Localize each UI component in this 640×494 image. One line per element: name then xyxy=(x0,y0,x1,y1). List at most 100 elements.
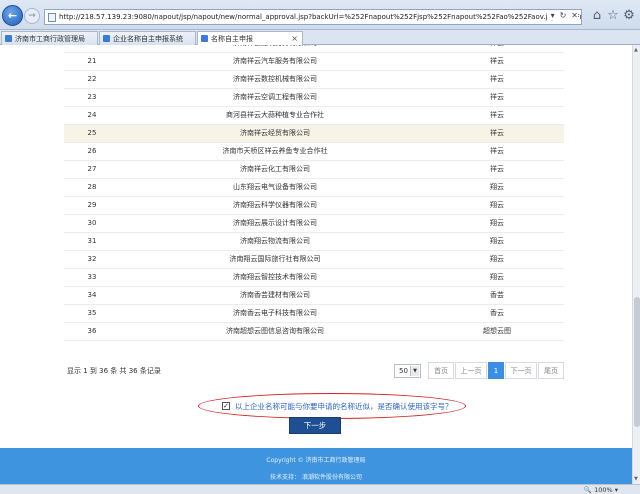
table-row: 36 济南超想云图信息咨询有限公司 超想云图 xyxy=(64,322,564,341)
company-name: 济南翔云物流有限公司 xyxy=(120,232,430,251)
name-keyword: 祥云 xyxy=(430,124,564,143)
name-keyword: 香云 xyxy=(430,304,564,323)
similar-names-table: 20济南祥云建筑劳务有限公司祥云21济南祥云汽车服务有限公司祥云22济南祥云数控… xyxy=(64,45,564,341)
tab-name-system[interactable]: 企业名称自主申报系统 xyxy=(99,31,196,45)
zoom-level[interactable]: 🔍 100% ▾ xyxy=(584,486,618,494)
table-row: 32 济南翔云国际旅行社有限公司 翔云 xyxy=(64,250,564,269)
vertical-scrollbar[interactable]: ▲ ▼ xyxy=(632,45,640,484)
company-name: 济南香芸建材有限公司 xyxy=(120,286,430,305)
table-row: 33 济南翔云智控技术有限公司 翔云 xyxy=(64,268,564,287)
row-number: 34 xyxy=(64,286,120,305)
tab-label: 济南市工商行政管理局 xyxy=(15,34,85,43)
row-number: 20 xyxy=(64,45,120,53)
consent-checkbox[interactable]: ✓ xyxy=(222,402,230,410)
company-name: 济南祥云化工有限公司 xyxy=(120,160,430,179)
stop-icon[interactable]: ✕ xyxy=(571,11,578,20)
scroll-up-icon[interactable]: ▲ xyxy=(634,47,638,53)
home-icon[interactable]: ⌂ xyxy=(590,8,604,23)
page-content: 20济南祥云建筑劳务有限公司祥云21济南祥云汽车服务有限公司祥云22济南祥云数控… xyxy=(0,45,632,484)
table-row: 27 济南祥云化工有限公司 祥云 xyxy=(64,160,564,179)
browser-toolbar: ← → http://218.57.139.23:9080/napout/jsp… xyxy=(0,0,640,30)
back-button[interactable]: ← xyxy=(2,5,23,26)
tab-label: 企业名称自主申报系统 xyxy=(113,34,183,43)
browser-tab-strip: 济南市工商行政管理局 企业名称自主申报系统 名称自主申报 × xyxy=(0,30,640,45)
table-row: 21 济南祥云汽车服务有限公司 祥云 xyxy=(64,52,564,71)
forward-button[interactable]: → xyxy=(24,8,40,24)
prev-page-button[interactable]: 上一页 xyxy=(455,362,487,379)
site-favicon-icon xyxy=(5,35,12,42)
status-bar: 🔍 100% ▾ xyxy=(0,484,640,494)
row-number: 29 xyxy=(64,196,120,215)
pagination-bar: 显示 1 到 36 条 共 36 条记录 50 ▼ 首页 上一页 1 下一页 尾… xyxy=(64,361,564,383)
company-name: 济南祥云建筑劳务有限公司 xyxy=(120,45,430,53)
row-number: 21 xyxy=(64,52,120,71)
table-row: 35 济南香云电子科技有限公司 香云 xyxy=(64,304,564,323)
settings-gear-icon[interactable]: ⚙ xyxy=(622,8,636,23)
row-number: 24 xyxy=(64,106,120,125)
name-keyword: 翔云 xyxy=(430,250,564,269)
row-number: 36 xyxy=(64,322,120,341)
row-number: 25 xyxy=(64,124,120,143)
arrow-right-icon: → xyxy=(28,11,36,21)
name-keyword: 祥云 xyxy=(430,160,564,179)
row-number: 22 xyxy=(64,70,120,89)
table-row: 25 济南祥云经贸有限公司 祥云 xyxy=(64,124,564,143)
zoom-value: 100% xyxy=(594,486,613,494)
row-number: 23 xyxy=(64,88,120,107)
page-size-select[interactable]: 50 ▼ xyxy=(394,364,421,378)
favorites-star-icon[interactable]: ☆ xyxy=(606,8,620,23)
row-number: 30 xyxy=(64,214,120,233)
company-name: 济南翔云科学仪器有限公司 xyxy=(120,196,430,215)
company-name: 济南祥云经贸有限公司 xyxy=(120,124,430,143)
search-dropdown-icon[interactable]: ▾ xyxy=(551,11,555,20)
consent-annotation: ✓ 以上企业名称可能与你要申请的名称近似，是否确认使用该字号？ xyxy=(198,393,466,419)
copyright-text: Copyright © 济南市工商行政管理局 xyxy=(266,457,366,464)
name-keyword: 祥云 xyxy=(430,106,564,125)
name-keyword: 祥云 xyxy=(430,88,564,107)
tab-name-declaration[interactable]: 名称自主申报 × xyxy=(197,31,303,45)
name-keyword: 超想云图 xyxy=(430,322,564,341)
company-name: 济南祥云汽车服务有限公司 xyxy=(120,52,430,71)
arrow-left-icon: ← xyxy=(7,9,18,22)
scrollbar-thumb[interactable] xyxy=(634,297,640,427)
tech-support-text: 技术支持： 浪潮软件股份有限公司 xyxy=(270,474,362,481)
address-bar[interactable]: http://218.57.139.23:9080/napout/jsp/nap… xyxy=(44,9,582,25)
page-size-value: 50 xyxy=(399,367,408,375)
next-step-button[interactable]: 下一步 xyxy=(289,417,341,434)
site-favicon-icon xyxy=(103,35,110,42)
site-footer: Copyright © 济南市工商行政管理局 技术支持： 浪潮软件股份有限公司 xyxy=(0,448,632,484)
site-favicon-icon xyxy=(201,35,208,42)
record-summary: 显示 1 到 36 条 共 36 条记录 xyxy=(67,367,161,375)
company-name: 济南翔云智控技术有限公司 xyxy=(120,268,430,287)
table-row: 31 济南翔云物流有限公司 翔云 xyxy=(64,232,564,251)
name-keyword: 翔云 xyxy=(430,232,564,251)
table-row: 23 济南祥云空调工程有限公司 祥云 xyxy=(64,88,564,107)
current-page-button[interactable]: 1 xyxy=(488,362,504,379)
consent-text[interactable]: 以上企业名称可能与你要申请的名称近似，是否确认使用该字号？ xyxy=(235,401,453,412)
refresh-icon[interactable]: ↻ xyxy=(560,11,567,20)
page-icon xyxy=(48,12,56,22)
name-keyword: 香芸 xyxy=(430,286,564,305)
tab-aic-home[interactable]: 济南市工商行政管理局 xyxy=(1,31,98,45)
name-keyword: 翔云 xyxy=(430,196,564,215)
name-keyword: 翔云 xyxy=(430,214,564,233)
name-keyword: 翔云 xyxy=(430,178,564,197)
company-name: 商河县祥云大蒜种植专业合作社 xyxy=(120,106,430,125)
name-keyword: 祥云 xyxy=(430,45,564,53)
company-name: 济南超想云图信息咨询有限公司 xyxy=(120,322,430,341)
table-row: 28 山东翔云电气设备有限公司 翔云 xyxy=(64,178,564,197)
company-name: 济南翔云展示设计有限公司 xyxy=(120,214,430,233)
row-number: 33 xyxy=(64,268,120,287)
first-page-button[interactable]: 首页 xyxy=(428,362,454,379)
row-number: 35 xyxy=(64,304,120,323)
last-page-button[interactable]: 尾页 xyxy=(538,362,564,379)
name-keyword: 祥云 xyxy=(430,142,564,161)
scroll-down-icon[interactable]: ▼ xyxy=(634,476,638,482)
table-row: 24 商河县祥云大蒜种植专业合作社 祥云 xyxy=(64,106,564,125)
table-row: 29 济南翔云科学仪器有限公司 翔云 xyxy=(64,196,564,215)
name-keyword: 翔云 xyxy=(430,268,564,287)
url-text: http://218.57.139.23:9080/napout/jsp/nap… xyxy=(59,13,581,21)
row-number: 27 xyxy=(64,160,120,179)
close-tab-icon[interactable]: × xyxy=(291,34,298,43)
next-page-button[interactable]: 下一页 xyxy=(505,362,537,379)
